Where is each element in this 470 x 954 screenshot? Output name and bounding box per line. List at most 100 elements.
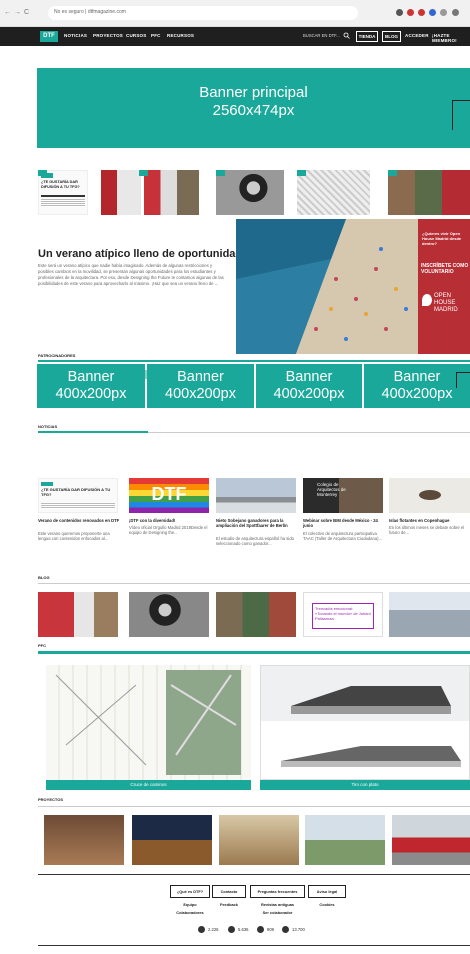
news-text-1: Este verano queremos proponerte una leng… bbox=[38, 531, 110, 542]
news-thumb-5[interactable] bbox=[389, 478, 470, 513]
thumb-drawings[interactable] bbox=[297, 170, 370, 215]
pfc-image-2[interactable] bbox=[260, 665, 470, 780]
beach-image[interactable] bbox=[236, 219, 418, 354]
news-thumb-4[interactable]: Colegio de Arquitectos de Monterrey bbox=[303, 478, 383, 513]
news-text-3: El estudio de arquitectura español ha si… bbox=[216, 536, 294, 547]
thumb-tag bbox=[139, 170, 148, 176]
news-title-1[interactable]: Verano de contenidos renovados en DTF bbox=[38, 518, 120, 523]
footer-preguntas[interactable]: Preguntas frecuentes bbox=[250, 885, 305, 898]
nav-recursos[interactable]: RECURSOS bbox=[167, 33, 194, 38]
extension-icon[interactable] bbox=[418, 9, 425, 16]
pfc-drawing-1 bbox=[55, 670, 241, 775]
thumb-caption: ¿TE GUSTARÍA DAR DIFUSIÓN A TU TFG? bbox=[41, 180, 80, 189]
news-text-2: Vídeo oficial Orgullo Madrid 2019Desde e… bbox=[129, 525, 208, 536]
footer-cookies[interactable]: Cookies bbox=[308, 902, 346, 907]
footer-feedback[interactable]: Feedback bbox=[212, 902, 246, 907]
blog-thumb-1[interactable] bbox=[38, 592, 118, 637]
thumb-posters[interactable] bbox=[144, 170, 199, 215]
nav-pfc[interactable]: PFC bbox=[151, 33, 161, 38]
footer-colaboradores[interactable]: Colaboradores bbox=[166, 910, 214, 915]
section-divider bbox=[38, 583, 470, 584]
magnifier-icon[interactable] bbox=[343, 32, 350, 39]
project-thumb-2[interactable] bbox=[132, 815, 212, 865]
blog-thumb-5[interactable] bbox=[389, 592, 470, 637]
reload-icon[interactable]: C bbox=[24, 9, 29, 16]
thumb-tfg[interactable]: ¿TE GUSTARÍA DAR DIFUSIÓN A TU TFG? bbox=[38, 170, 88, 215]
corner-marker bbox=[456, 372, 470, 388]
instagram-icon bbox=[198, 926, 205, 933]
sponsor-banner-2[interactable]: Banner 400x200px bbox=[147, 364, 254, 408]
blog-thumb-3[interactable] bbox=[216, 592, 296, 637]
instagram-link[interactable]: 2.226 bbox=[198, 926, 218, 933]
forward-icon[interactable]: → bbox=[14, 9, 21, 16]
thumb-tag bbox=[38, 170, 47, 176]
news-title-5[interactable]: Islas flotantes en Copenhague bbox=[389, 518, 470, 523]
thumb-dtf-red[interactable] bbox=[101, 170, 141, 215]
news-title-4[interactable]: Webinar sobre BIM desde México - 24 juni… bbox=[303, 518, 387, 529]
nav-noticias[interactable]: NOTICIAS bbox=[64, 33, 87, 38]
section-divider-accent bbox=[38, 431, 148, 433]
pfc-drawing-2 bbox=[261, 666, 469, 767]
news-title-2[interactable]: ¡DTF con la diversidad! bbox=[129, 518, 211, 523]
blog-thumb-4[interactable]: Trencadís emocional: «Tocando el mundo» … bbox=[303, 592, 383, 637]
project-thumb-5[interactable] bbox=[392, 815, 470, 865]
news-thumb-2[interactable]: DTF bbox=[129, 478, 209, 513]
footer-equipo[interactable]: Equipo bbox=[170, 902, 210, 907]
featured-text: Este será un verano atípico que nadie ha… bbox=[38, 263, 224, 287]
footer-aviso-legal[interactable]: Aviso legal bbox=[308, 885, 346, 898]
thumb-portrait[interactable] bbox=[216, 170, 284, 215]
search-field[interactable]: BUSCAR EN DTF... bbox=[303, 33, 340, 38]
sponsor-l1: Banner bbox=[67, 369, 115, 385]
news-title-3[interactable]: Nieto Sobejano ganadores para la ampliac… bbox=[216, 518, 300, 529]
facebook-icon bbox=[228, 926, 235, 933]
acceder-link[interactable]: ACCEDER bbox=[405, 33, 429, 38]
footer-revistas[interactable]: Revistas antiguas bbox=[250, 902, 305, 907]
openhouse-ad[interactable]: ¿Quieres vivir Open House Madrid desde d… bbox=[418, 219, 470, 354]
extension-icon[interactable] bbox=[407, 9, 414, 16]
featured-title[interactable]: Un verano atípico lleno de oportunidades bbox=[38, 248, 254, 260]
nav-cursos[interactable]: CURSOS bbox=[126, 33, 146, 38]
extension-icon[interactable] bbox=[429, 9, 436, 16]
thumb-tag bbox=[297, 170, 306, 176]
footer-contacto[interactable]: Contacto bbox=[212, 885, 246, 898]
extension-icon[interactable] bbox=[440, 9, 447, 16]
sponsor-banner-3[interactable]: Banner 400x200px bbox=[256, 364, 362, 408]
news-text-5: En los últimos meses se debate sobre el … bbox=[389, 525, 465, 536]
blog-thumb-2[interactable] bbox=[129, 592, 209, 637]
pfc-image-1[interactable] bbox=[46, 665, 251, 780]
facebook-count: 5.636 bbox=[238, 927, 249, 932]
footer-que-es-dtf[interactable]: ¿Qué es DTF? bbox=[170, 885, 210, 898]
pfc-caption-1[interactable]: Cruce de caminos bbox=[46, 780, 251, 790]
back-icon[interactable]: ← bbox=[4, 9, 11, 16]
main-banner[interactable]: Banner principal 2560x474px bbox=[37, 68, 470, 148]
project-thumb-4[interactable] bbox=[305, 815, 385, 865]
pinterest-icon bbox=[282, 926, 289, 933]
section-divider bbox=[38, 651, 470, 654]
blog-button[interactable]: BLOG bbox=[382, 31, 401, 42]
site-logo[interactable]: DTF bbox=[40, 31, 58, 42]
news-thumb-1[interactable]: ¿TE GUSTARÍA DAR DIFUSIÓN A TU TFG? bbox=[38, 478, 118, 513]
star-icon[interactable] bbox=[396, 9, 403, 16]
profile-icon[interactable] bbox=[452, 9, 459, 16]
sponsor-l2: 400x200px bbox=[273, 386, 345, 402]
facebook-link[interactable]: 5.636 bbox=[228, 926, 248, 933]
footer-ser-colaborador[interactable]: Ser colaborador bbox=[250, 910, 305, 915]
pfc-caption-2[interactable]: Tiro con plato bbox=[260, 780, 470, 790]
sponsor-banner-4[interactable]: Banner 400x200px bbox=[364, 364, 470, 408]
sponsor-l2: 400x200px bbox=[381, 386, 453, 402]
thumb-photos[interactable] bbox=[388, 170, 470, 215]
sponsor-banner-1[interactable]: Banner 400x200px bbox=[37, 364, 145, 408]
news-thumb-3[interactable] bbox=[216, 478, 296, 513]
tienda-button[interactable]: TIENDA bbox=[356, 31, 378, 42]
nav-proyectos[interactable]: PROYECTOS bbox=[93, 33, 123, 38]
footer-divider bbox=[38, 874, 470, 875]
address-bar[interactable]: No es seguro | dtfmagazine.com bbox=[48, 6, 358, 20]
twitter-link[interactable]: 909 bbox=[257, 926, 274, 933]
project-thumb-1[interactable] bbox=[44, 815, 124, 865]
project-thumb-3[interactable] bbox=[219, 815, 299, 865]
pinterest-link[interactable]: 13.700 bbox=[282, 926, 305, 933]
banner-line1: Banner principal bbox=[199, 84, 308, 101]
twitter-icon bbox=[257, 926, 264, 933]
join-link[interactable]: ¡HAZTE MIEMBRO! bbox=[432, 33, 470, 43]
sponsor-l1: Banner bbox=[177, 369, 224, 385]
